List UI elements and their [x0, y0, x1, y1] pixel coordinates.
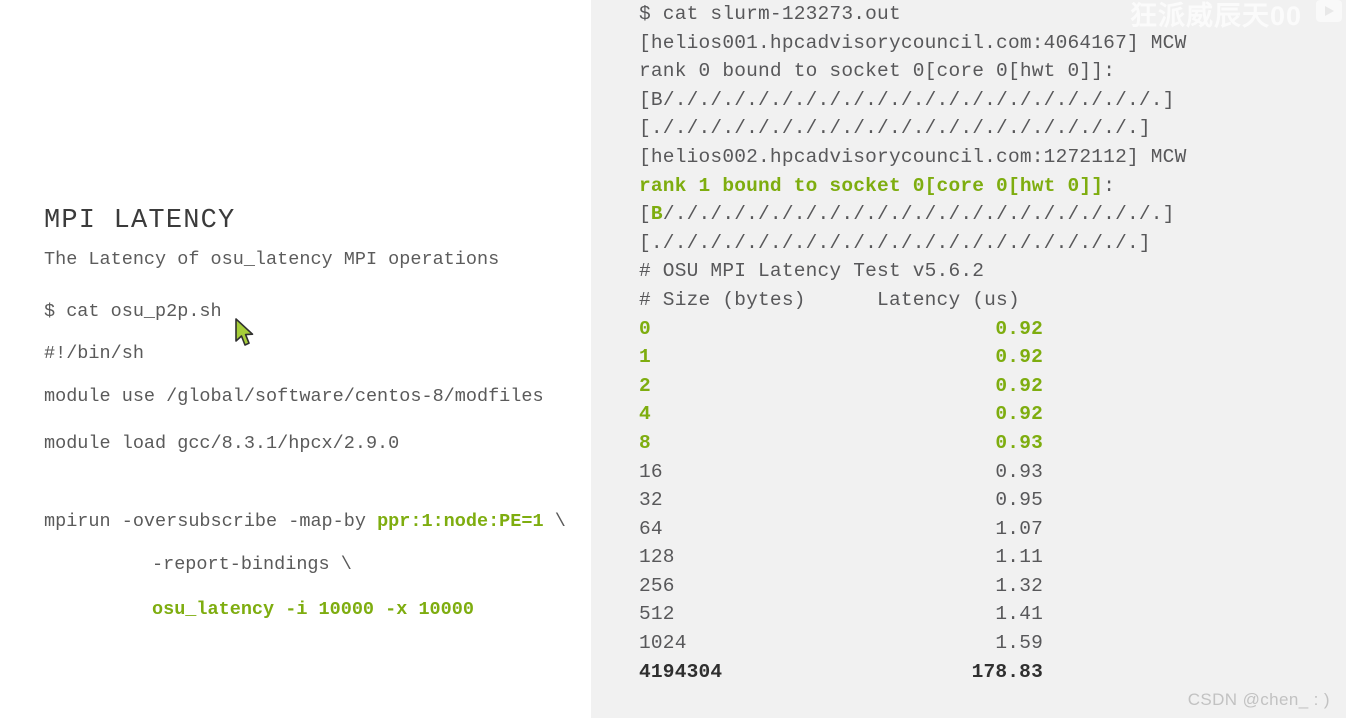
terminal-output-pane: $ cat slurm-123273.out [helios001.hpcadv…: [591, 0, 1346, 718]
cell-size: 16: [639, 460, 663, 483]
mpirun-continuation: \: [543, 511, 566, 533]
binding-rest-1: /./././././././././././././././././././.…: [639, 203, 1175, 254]
cell-latency: 1.32: [995, 574, 1043, 597]
cell-latency: 1.11: [995, 546, 1043, 569]
table-row: 1024 1.59: [639, 629, 1339, 658]
script-osu-latency: osu_latency -i 10000 -x 10000: [152, 598, 474, 620]
mpirun-prefix: mpirun -oversubscribe -map-by: [44, 511, 378, 533]
page-subtitle: The Latency of osu_latency MPI operation…: [44, 248, 500, 270]
cell-size: 4194304: [639, 660, 723, 683]
cell-latency: 0.92: [995, 403, 1043, 426]
script-module-load: module load gcc/8.3.1/hpcx/2.9.0: [44, 432, 400, 454]
mcw-binding-map-0: [B/././././././././././././././././././.…: [639, 86, 1339, 143]
binding-bound-core-0: B: [650, 88, 663, 111]
play-button-icon: [1316, 0, 1342, 22]
mcw-rank-colon-1: :: [1103, 174, 1116, 197]
osu-test-header: # OSU MPI Latency Test v5.6.2: [639, 260, 985, 283]
cell-latency: 0.92: [995, 317, 1043, 340]
table-row: 8 0.93: [639, 429, 1339, 458]
table-row: 1 0.92: [639, 343, 1339, 372]
mcw-rank-line-1: rank 1 bound to socket 0[core 0[hwt 0]]:: [639, 172, 1339, 201]
cell-size: 1024: [639, 632, 687, 655]
script-module-use: module use /global/software/centos-8/mod…: [44, 385, 544, 407]
mpirun-ppr-highlight: ppr:1:node:PE=1: [377, 511, 544, 533]
footer-credit: CSDN @chen_ : ): [1187, 690, 1330, 709]
mcw-header-0: [helios001.hpcadvisorycouncil.com:406416…: [639, 31, 1187, 54]
cell-latency: 1.07: [995, 517, 1043, 540]
osu-table-header: # Size (bytes) Latency (us): [639, 288, 1020, 311]
binding-bound-core-1: B: [650, 203, 663, 226]
cell-size: 64: [639, 517, 663, 540]
cell-size: 32: [639, 489, 663, 512]
shell-command-cat: $ cat osu_p2p.sh: [44, 300, 222, 322]
script-shebang: #!/bin/sh: [44, 343, 144, 365]
table-row: 32 0.95: [639, 486, 1339, 515]
mcw-binding-map-1: [B/././././././././././././././././././.…: [639, 200, 1339, 257]
table-row: 512 1.41: [639, 600, 1339, 629]
terminal-content: $ cat slurm-123273.out [helios001.hpcadv…: [639, 0, 1339, 686]
script-report-bindings: -report-bindings \: [152, 553, 352, 575]
cell-latency: 178.83: [971, 660, 1043, 683]
table-row: 128 1.11: [639, 543, 1339, 572]
table-row: 2 0.92: [639, 372, 1339, 401]
cell-latency: 0.95: [995, 489, 1043, 512]
table-row: 16 0.93: [639, 458, 1339, 487]
cell-size: 256: [639, 574, 675, 597]
document-pane: MPI LATENCY The Latency of osu_latency M…: [0, 0, 591, 718]
cell-latency: 1.59: [995, 632, 1043, 655]
binding-open-bracket-1: [: [639, 203, 651, 226]
table-row: 4194304 178.83: [639, 658, 1339, 687]
mcw-header-1: [helios002.hpcadvisorycouncil.com:127211…: [639, 145, 1187, 168]
cell-latency: 0.92: [995, 346, 1043, 369]
cell-size: 8: [639, 431, 651, 454]
document-content: MPI LATENCY The Latency of osu_latency M…: [44, 205, 584, 640]
terminal-command-line: $ cat slurm-123273.out: [639, 3, 901, 25]
cell-latency: 0.93: [995, 460, 1043, 483]
binding-open-bracket-0: [: [639, 88, 651, 111]
cell-latency: 0.92: [995, 374, 1043, 397]
cell-size: 2: [639, 374, 651, 397]
cell-size: 128: [639, 546, 675, 569]
mcw-rank-line-0: rank 0 bound to socket 0[core 0[hwt 0]]:: [639, 57, 1339, 86]
latency-table: 0 0.92 1 0.92 2 0.92 4 0.92 8 0.93 16 0.93 32 0.95 64 1…: [639, 315, 1339, 687]
table-row: 0 0.92: [639, 315, 1339, 344]
mcw-rank-text-0: rank 0 bound to socket 0[core 0[hwt 0]]: [639, 60, 1104, 83]
cell-size: 0: [639, 317, 651, 340]
table-row: 64 1.07: [639, 515, 1339, 544]
cell-latency: 1.41: [995, 603, 1043, 626]
table-row: 256 1.32: [639, 572, 1339, 601]
table-row: 4 0.92: [639, 400, 1339, 429]
mcw-rank-colon-0: :: [1103, 60, 1116, 83]
cell-size: 512: [639, 603, 675, 626]
mcw-rank-text-1: rank 1 bound to socket 0[core 0[hwt 0]]: [639, 174, 1104, 197]
cell-size: 1: [639, 346, 651, 369]
binding-rest-0: /./././././././././././././././././././.…: [639, 88, 1175, 140]
page-title: MPI LATENCY: [44, 206, 236, 236]
script-mpirun-command: mpirun -oversubscribe -map-by ppr:1:node…: [44, 508, 584, 537]
cell-latency: 0.93: [995, 431, 1043, 454]
cell-size: 4: [639, 403, 651, 426]
